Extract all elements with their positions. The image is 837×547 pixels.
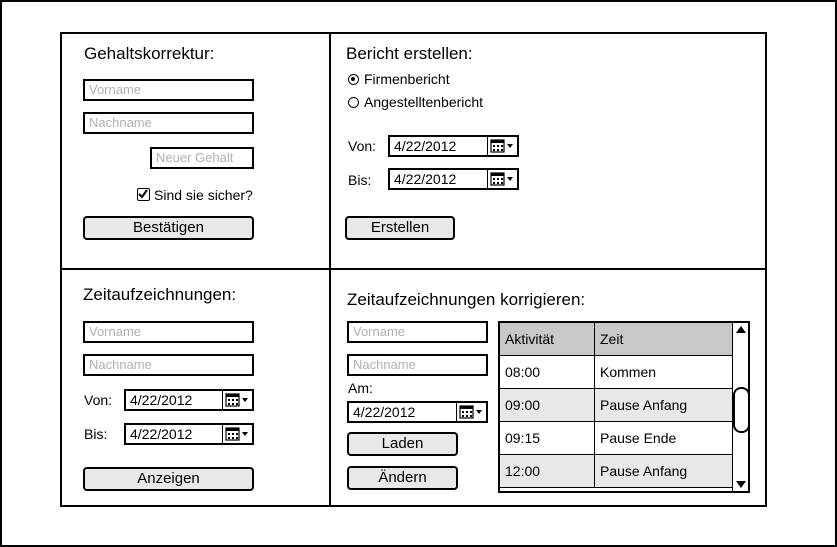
vertical-scrollbar[interactable] [732,323,749,491]
report-to-label: Bis: [348,172,372,188]
report-from-date-value: 4/22/2012 [394,138,457,154]
records-from-date-value: 4/22/2012 [130,392,193,408]
chevron-down-icon [476,410,482,414]
change-button[interactable]: Ändern [347,466,458,490]
table-cell: 08:00 [500,355,595,389]
table-cell: Pause Anfang [594,388,733,422]
table-cell: Kommen [594,355,733,389]
table-row[interactable]: 09:00 Pause Anfang [500,388,733,422]
checkmark-icon [138,189,148,199]
salary-title: Gehaltskorrektur: [84,44,215,63]
column-header-time[interactable]: Zeit [594,323,733,356]
calendar-dropdown-button[interactable] [487,137,517,155]
scroll-up-arrow-icon[interactable] [733,323,749,337]
records-first-name-input[interactable]: Vorname [83,321,254,343]
records-from-date[interactable]: 4/22/2012 [124,389,254,411]
records-table: Aktivität Zeit 08:00 Kommen 09:00 Pause … [500,323,733,488]
calendar-icon [490,172,513,186]
salary-first-name-input[interactable]: Vorname [83,79,254,101]
table-row[interactable]: 09:15 Pause Ende [500,421,733,455]
table-cell: 09:15 [500,421,595,455]
correct-records-panel: Zeitaufzeichnungen korrigieren: Vorname … [329,268,767,507]
create-report-button[interactable]: Erstellen [345,216,455,240]
chevron-down-icon [507,177,513,181]
create-report-panel: Bericht erstellen: Firmenbericht Angeste… [329,32,767,270]
records-to-date[interactable]: 4/22/2012 [124,423,254,445]
report-to-date[interactable]: 4/22/2012 [388,168,519,190]
radio-company-report[interactable] [348,74,359,85]
records-from-label: Von: [84,392,113,408]
calendar-dropdown-button[interactable] [222,391,252,409]
correct-first-name-input[interactable]: Vorname [347,321,488,343]
salary-correction-panel: Gehaltskorrektur: Vorname Nachname Neuer… [60,32,331,270]
report-from-date[interactable]: 4/22/2012 [388,135,519,157]
chevron-down-icon [242,398,248,402]
calendar-icon [225,427,248,441]
table-cell: Pause Ende [594,421,733,455]
correct-date-value: 4/22/2012 [353,404,416,420]
records-to-label: Bis: [84,426,108,442]
confirm-checkbox-label: Sind sie sicher? [154,187,253,203]
calendar-dropdown-button[interactable] [487,170,517,188]
radio-employee-report[interactable] [348,97,359,108]
time-records-panel: Zeitaufzeichnungen: Vorname Nachname Von… [60,268,331,507]
show-records-button[interactable]: Anzeigen [83,467,254,491]
correct-date-label: Am: [348,380,373,396]
load-button[interactable]: Laden [347,432,458,456]
table-row[interactable]: 12:00 Pause Anfang [500,454,733,488]
correct-title: Zeitaufzeichnungen korrigieren: [347,290,586,309]
records-title: Zeitaufzeichnungen: [83,285,237,304]
chevron-down-icon [242,432,248,436]
correct-last-name-input[interactable]: Nachname [347,354,488,376]
radio-company-report-label: Firmenbericht [364,71,450,87]
calendar-dropdown-button[interactable] [222,425,252,443]
table-cell: 09:00 [500,388,595,422]
records-to-date-value: 4/22/2012 [130,426,193,442]
scrollbar-thumb[interactable] [733,387,748,433]
report-title: Bericht erstellen: [346,44,473,63]
report-to-date-value: 4/22/2012 [394,171,457,187]
records-last-name-input[interactable]: Nachname [83,354,254,376]
report-from-label: Von: [348,138,377,154]
chevron-down-icon [507,144,513,148]
table-cell: 12:00 [500,454,595,488]
salary-last-name-input[interactable]: Nachname [83,112,254,134]
table-cell: Pause Anfang [594,454,733,488]
new-salary-input[interactable]: Neuer Gehalt [150,147,254,169]
confirm-button[interactable]: Bestätigen [83,216,254,240]
column-header-activity[interactable]: Aktivität [500,323,595,356]
confirm-checkbox[interactable] [137,188,150,201]
calendar-icon [490,139,513,153]
calendar-dropdown-button[interactable] [456,403,486,421]
calendar-icon [225,393,248,407]
calendar-icon [459,405,482,419]
correct-date[interactable]: 4/22/2012 [347,401,488,423]
radio-employee-report-label: Angestelltenbericht [364,94,484,110]
table-header-row: Aktivität Zeit [500,323,733,356]
records-table-wrapper: Aktivität Zeit 08:00 Kommen 09:00 Pause … [498,321,750,493]
table-row[interactable]: 08:00 Kommen [500,355,733,389]
scroll-down-arrow-icon[interactable] [733,477,749,491]
